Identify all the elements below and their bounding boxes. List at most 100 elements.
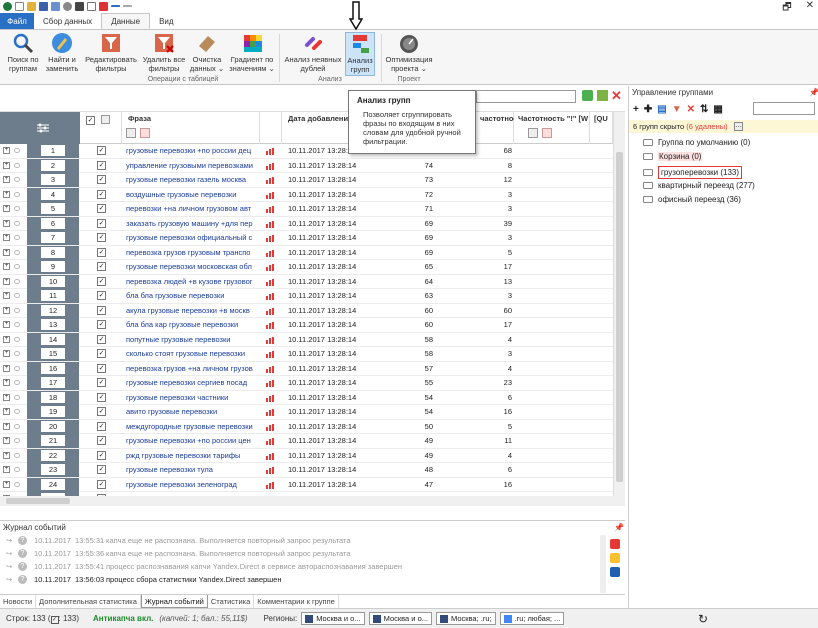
eye-icon[interactable]	[14, 220, 20, 226]
phrase-cell[interactable]: грузовые перевозки +по россии цен	[126, 434, 256, 448]
table-row[interactable]: +21 ✓ грузовые перевозки +по россии цен 10.…	[0, 434, 613, 449]
expand-icon[interactable]: +	[3, 451, 10, 459]
eye-icon[interactable]	[14, 351, 20, 356]
expand-icon[interactable]: +	[3, 393, 10, 401]
group-item-default[interactable]: Группа по умолчанию (0)	[643, 138, 750, 147]
row-checkbox[interactable]: ✓	[97, 479, 106, 489]
eye-icon[interactable]	[14, 307, 20, 313]
row-checkbox[interactable]: ✓	[97, 218, 106, 228]
expand-icon[interactable]: +	[3, 263, 10, 270]
expand-icon[interactable]: +	[3, 234, 10, 241]
bar-chart-icon[interactable]	[266, 481, 275, 489]
tab-group-comments[interactable]: Комментарии к группе	[254, 595, 339, 608]
table-row[interactable]: +3 ✓ грузовые перевозки газель москва 10.11…	[0, 173, 613, 188]
row-checkbox[interactable]: ✓	[97, 305, 106, 315]
delete-group-icon[interactable]: ✕	[687, 104, 695, 115]
table-row[interactable]: +17 ✓ грузовые перевозки сергиев посад 10.1…	[0, 376, 613, 391]
tab-statistics[interactable]: Статистика	[208, 595, 255, 608]
row-checkbox[interactable]: ✓	[97, 349, 106, 358]
phrase-cell[interactable]: заказать грузовую машину +для пер	[126, 217, 256, 231]
view-icon[interactable]: ▦	[713, 104, 722, 115]
bar-chart-icon[interactable]	[266, 380, 275, 387]
phrase-cell[interactable]: ржд грузовые перевозки тарифы	[126, 449, 256, 463]
tab-collect-data[interactable]: Сбор данных	[34, 14, 101, 29]
phrase-cell[interactable]: акула грузовые перевозки +в москв	[126, 304, 256, 318]
vertical-scrollbar[interactable]	[613, 112, 625, 496]
expand-icon[interactable]: +	[3, 466, 10, 473]
expand-icon[interactable]: +	[3, 190, 10, 198]
gear-icon[interactable]	[63, 2, 72, 11]
tab-event-log[interactable]: Журнал событий	[140, 595, 208, 608]
pin-icon[interactable]: 📌	[614, 523, 624, 532]
search-groups-button[interactable]: Поиск по группам	[4, 32, 42, 76]
table-row[interactable]: +11 ✓ бла бла грузовые перевозки 10.11.2017…	[0, 289, 613, 304]
expand-icon[interactable]: +	[3, 219, 10, 227]
table-row[interactable]: +20 ✓ междугородные грузовые перевозки 10.1…	[0, 419, 613, 434]
pin-icon[interactable]: 📌	[809, 88, 818, 97]
bar-chart-icon[interactable]	[266, 220, 275, 228]
apply-filter-icon[interactable]	[582, 90, 593, 101]
phrase-cell[interactable]: сколько стоят грузовые перевозки	[126, 347, 256, 361]
find-replace-button[interactable]: Найти и заменить	[44, 32, 80, 76]
phrase-cell[interactable]: перевозка грузов грузовым транспо	[126, 246, 256, 260]
region-selector-3[interactable]: Москва; .ru;	[436, 612, 496, 625]
phrase-cell[interactable]: перевозка грузов +на личном грузов	[126, 362, 256, 376]
row-checkbox[interactable]: ✓	[97, 465, 106, 474]
bar-chart-icon[interactable]	[266, 177, 275, 184]
eye-icon[interactable]	[14, 322, 20, 327]
table-row[interactable]: +23 ✓ грузовые перевозки тула 10.11.2017 13…	[0, 463, 613, 478]
row-checkbox[interactable]: ✓	[97, 175, 106, 184]
group-item-trash[interactable]: Корзина (0)	[643, 152, 703, 161]
freq2-column-header[interactable]: Частотность "!" [W	[514, 112, 590, 144]
edit-group-icon[interactable]: ▤	[657, 104, 666, 115]
refresh-icon[interactable]: ↻	[698, 612, 708, 626]
table-row[interactable]: +22 ✓ ржд грузовые перевозки тарифы 10.11.2…	[0, 448, 613, 463]
checkbox-column-header[interactable]: ✓	[80, 112, 122, 144]
bar-chart-icon[interactable]	[266, 394, 275, 402]
hscroll-thumb[interactable]	[6, 498, 70, 504]
expand-icon[interactable]: +	[3, 422, 10, 430]
add-subgroup-icon[interactable]: ✚	[644, 104, 652, 115]
eye-icon[interactable]	[14, 481, 20, 487]
row-checkbox[interactable]: ✓	[97, 276, 106, 286]
remove-filters-button[interactable]: Удалить все фильтры	[141, 32, 187, 76]
eye-icon[interactable]	[14, 264, 20, 269]
phrase-cell[interactable]: грузовые перевозки частники	[126, 391, 256, 405]
edit-filters-button[interactable]: Редактировать фильтры	[84, 32, 138, 76]
eye-icon[interactable]	[14, 423, 20, 429]
phrase-cell[interactable]: попутные грузовые перевозки	[126, 333, 256, 347]
phrase-cell[interactable]: управление грузовыми перевозками	[126, 159, 256, 173]
table-row[interactable]: +8 ✓ перевозка грузов грузовым транспо 10.1…	[0, 245, 613, 260]
table-row[interactable]: +9 ✓ грузовые перевозки московская обл 10.1…	[0, 260, 613, 275]
eye-icon[interactable]	[14, 278, 20, 284]
expand-icon[interactable]: +	[3, 161, 10, 169]
row-checkbox[interactable]: ✓	[97, 291, 106, 300]
bar-chart-icon[interactable]	[266, 162, 275, 170]
phrase-cell[interactable]: грузовые перевозки зеленоград	[126, 478, 256, 492]
show-hidden-button[interactable]: …	[734, 122, 743, 131]
phrase-cell[interactable]: перевозка людей +в кузове грузовог	[126, 275, 256, 289]
region-selector-4[interactable]: .ru; любая; ...	[499, 612, 565, 625]
eye-icon[interactable]	[14, 293, 20, 298]
expand-icon[interactable]: +	[3, 292, 10, 299]
scissors-icon[interactable]	[87, 2, 96, 11]
eye-icon[interactable]	[14, 177, 20, 182]
horizontal-scrollbar[interactable]	[0, 496, 625, 506]
tab-view[interactable]: Вид	[150, 14, 182, 29]
table-row[interactable]: +10 ✓ перевозка людей +в кузове грузовог 10…	[0, 274, 613, 289]
filter-icon[interactable]	[528, 128, 538, 138]
phrase-cell[interactable]: междугородные грузовые перевозки	[126, 420, 256, 434]
row-checkbox[interactable]: ✓	[97, 189, 106, 199]
qu-column-header[interactable]: [QU	[590, 112, 613, 144]
filter-icon[interactable]	[101, 115, 110, 124]
phrase-cell[interactable]: грузовые перевозки газель москва	[126, 173, 256, 187]
row-checkbox[interactable]: ✓	[97, 407, 106, 416]
bar-chart-icon[interactable]	[266, 249, 275, 257]
sort-icon[interactable]: ⇅	[700, 104, 708, 115]
phrase-cell[interactable]: грузовые перевозки +по россии дец	[126, 144, 256, 158]
clean-data-button[interactable]: Очистка данных ⌄	[189, 32, 225, 76]
group-search-input[interactable]	[753, 102, 815, 115]
row-checkbox[interactable]: ✓	[97, 262, 106, 271]
tab-extra-stats[interactable]: Дополнительная статистика	[36, 595, 141, 608]
export-icon[interactable]	[51, 2, 60, 11]
